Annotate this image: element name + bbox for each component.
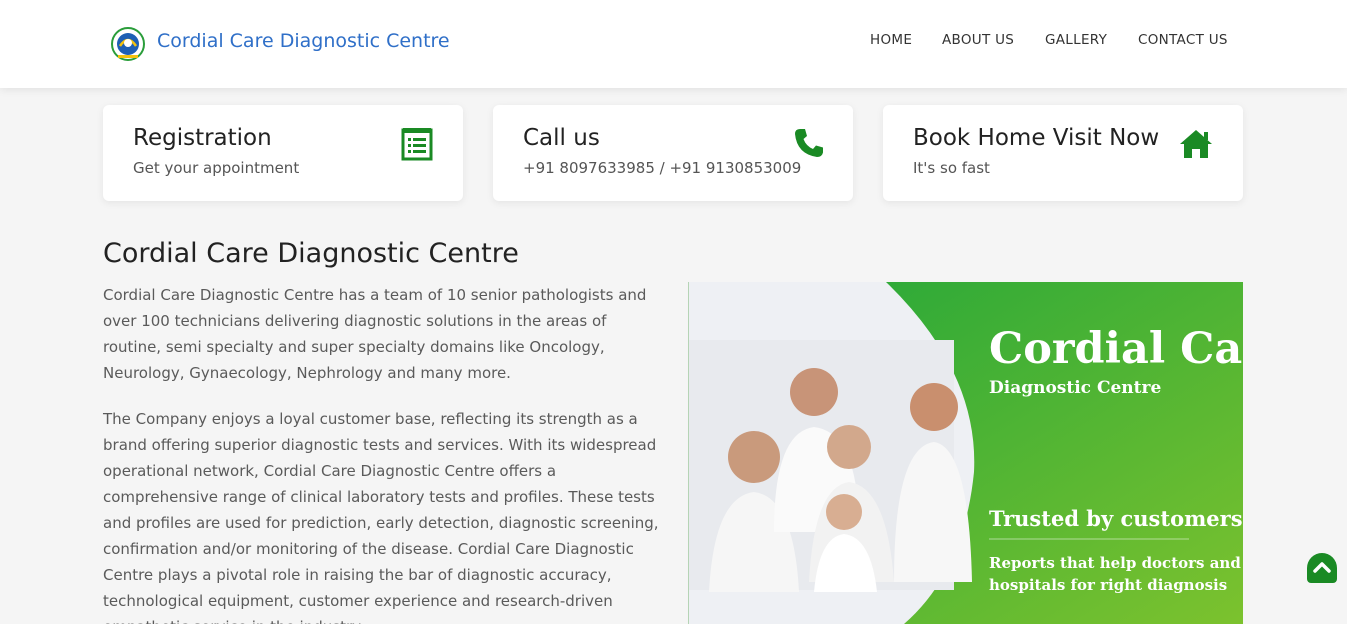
nav-contact-us[interactable]: CONTACT US (1138, 32, 1228, 48)
banner-note-line-1: Reports that help doctors and (989, 554, 1241, 572)
nav-home[interactable]: HOME (870, 32, 912, 48)
checklist-icon (401, 128, 433, 161)
about-paragraph-2: The Company enjoys a loyal customer base… (103, 410, 659, 624)
home-icon (1180, 130, 1212, 158)
nav-gallery[interactable]: GALLERY (1045, 32, 1107, 48)
chevron-up-icon (1313, 562, 1331, 573)
banner-note-line-2: hospitals for right diagnosis (989, 576, 1228, 594)
card-subtitle: +91 8097633985 / +91 9130853009 (523, 159, 802, 177)
registration-card[interactable]: Registration Get your appointment (103, 105, 463, 201)
card-subtitle: Get your appointment (133, 159, 300, 177)
promo-banner: Cordial Care Diagnostic Centre Trusted b… (688, 282, 1243, 624)
phone-icon (795, 129, 823, 157)
site-header: Cordial Care Diagnostic Centre HOME ABOU… (0, 0, 1347, 88)
banner-subtitle: Diagnostic Centre (989, 378, 1162, 398)
brand-name[interactable]: Cordial Care Diagnostic Centre (157, 30, 450, 52)
card-title: Call us (523, 125, 600, 151)
cordial-care-logo[interactable] (110, 26, 146, 62)
scroll-to-top-button[interactable] (1307, 553, 1337, 583)
card-title: Book Home Visit Now (913, 125, 1160, 151)
card-title: Registration (133, 125, 272, 151)
banner-tagline: Trusted by customers (989, 506, 1243, 531)
nav-about-us[interactable]: ABOUT US (942, 32, 1014, 48)
banner-title: Cordial Care (989, 324, 1243, 374)
about-heading: Cordial Care Diagnostic Centre (103, 238, 519, 269)
book-home-visit-card[interactable]: Book Home Visit Now It's so fast (883, 105, 1243, 201)
call-us-card[interactable]: Call us +91 8097633985 / +91 9130853009 (493, 105, 853, 201)
about-paragraph-1: Cordial Care Diagnostic Centre has a tea… (103, 286, 647, 382)
card-subtitle: It's so fast (913, 159, 990, 177)
